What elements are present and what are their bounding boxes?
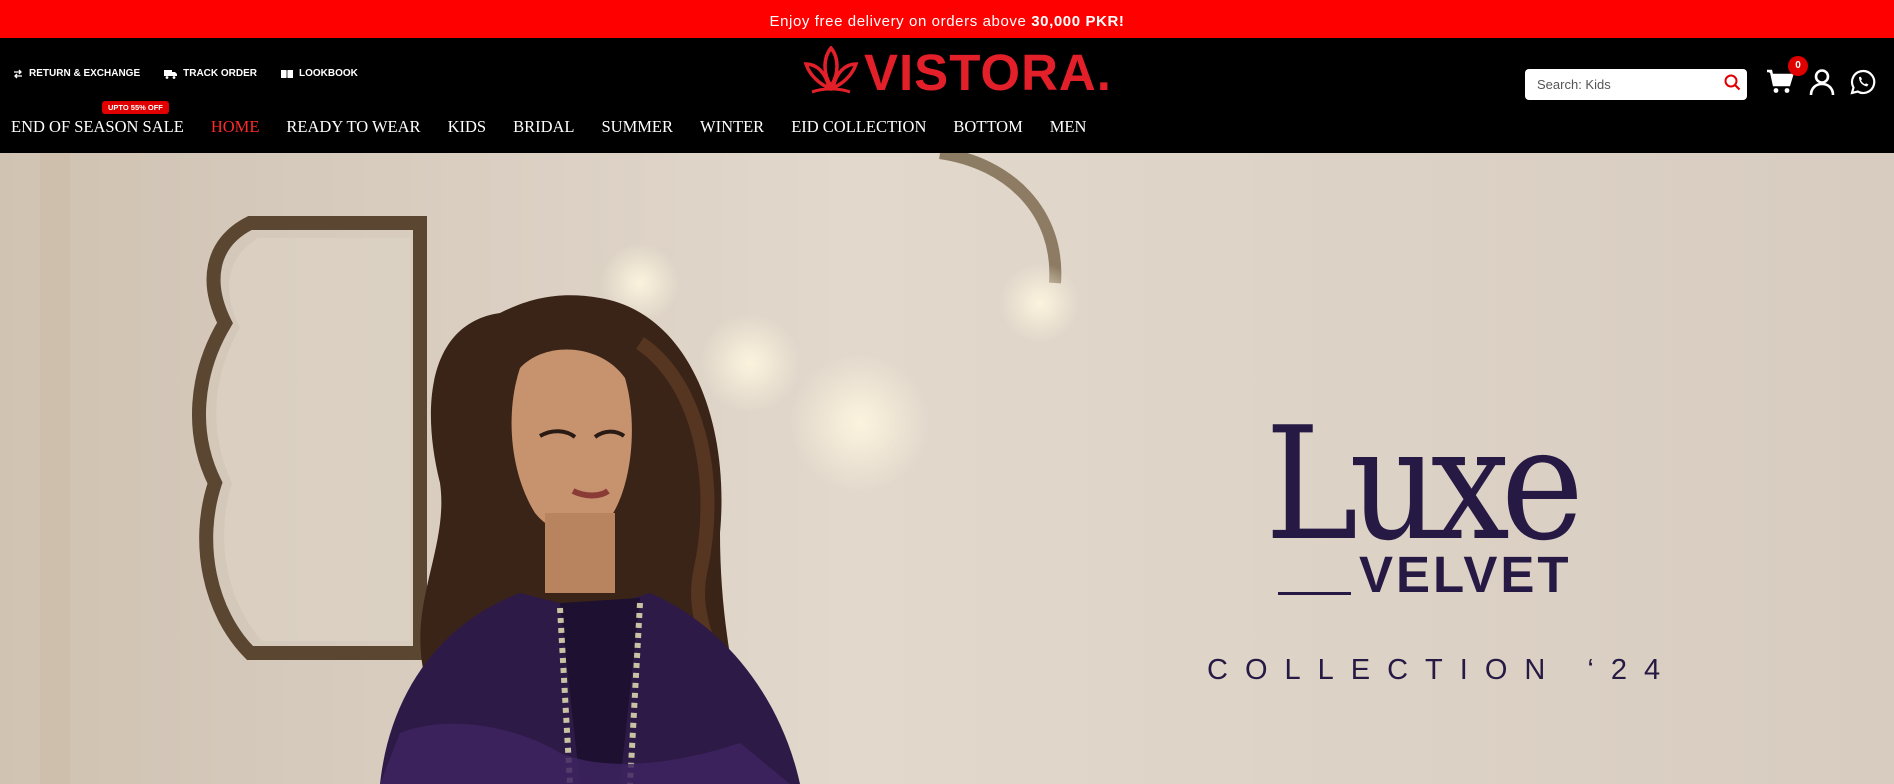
whatsapp-icon xyxy=(1850,69,1876,100)
hero-model-image xyxy=(0,153,1894,784)
nav-item-ready-to-wear[interactable]: READY TO WEAR xyxy=(286,117,420,137)
lookbook-link[interactable]: LOOKBOOK xyxy=(281,68,358,79)
whatsapp-button[interactable] xyxy=(1850,69,1876,100)
nav-item-bridal[interactable]: BRIDAL xyxy=(513,117,574,137)
user-icon xyxy=(1808,68,1836,101)
site-logo[interactable]: VISTORA. xyxy=(802,43,1112,103)
cart-icon xyxy=(1766,69,1794,100)
truck-icon xyxy=(164,69,178,79)
track-order-link[interactable]: TRACK ORDER xyxy=(164,68,257,79)
logo-text: VISTORA. xyxy=(864,44,1112,101)
nav-item-summer[interactable]: SUMMER xyxy=(602,117,674,137)
announcement-bar: Enjoy free delivery on orders above 30,0… xyxy=(0,0,1894,38)
cart-button[interactable]: 0 xyxy=(1766,56,1808,100)
nav-item-winter[interactable]: WINTER xyxy=(700,117,764,137)
nav-item-bottom[interactable]: BOTTOM xyxy=(953,117,1022,137)
nav-item-kids[interactable]: KIDS xyxy=(448,117,487,137)
search-input[interactable] xyxy=(1525,69,1717,100)
book-icon xyxy=(281,69,294,78)
account-button[interactable] xyxy=(1808,68,1836,101)
search-button[interactable] xyxy=(1717,69,1747,100)
lotus-icon xyxy=(802,44,860,101)
main-nav: UPTO 55% OFF END OF SEASON SALE HOME REA… xyxy=(11,101,1113,137)
hero-subtitle-row: VELVET xyxy=(1278,549,1572,601)
search-icon xyxy=(1724,74,1741,96)
nav-label: END OF SEASON SALE xyxy=(11,117,184,136)
return-exchange-label: RETURN & EXCHANGE xyxy=(29,68,141,79)
site-header: RETURN & EXCHANGE TRACK ORDER LOOKBOOK V… xyxy=(0,38,1894,153)
header-icons: 0 xyxy=(1766,56,1876,101)
lookbook-label: LOOKBOOK xyxy=(299,68,358,79)
nav-item-eid-collection[interactable]: EID COLLECTION xyxy=(791,117,926,137)
nav-item-men[interactable]: MEN xyxy=(1050,117,1087,137)
sale-badge: UPTO 55% OFF xyxy=(102,101,169,114)
exchange-arrows-icon xyxy=(13,69,23,79)
hero-collection-label: COLLECTION ‘24 xyxy=(1207,654,1678,686)
track-order-label: TRACK ORDER xyxy=(183,68,258,79)
subtitle-divider xyxy=(1278,592,1351,595)
hero-subtitle: VELVET xyxy=(1359,546,1572,603)
nav-item-end-of-season-sale[interactable]: UPTO 55% OFF END OF SEASON SALE xyxy=(11,101,184,137)
hero-banner[interactable]: Luxe VELVET COLLECTION ‘24 xyxy=(0,153,1894,784)
announcement-highlight: 30,000 PKR! xyxy=(1031,13,1125,30)
utility-links: RETURN & EXCHANGE TRACK ORDER LOOKBOOK xyxy=(13,68,358,79)
cart-count-badge: 0 xyxy=(1788,56,1808,76)
announcement-text: Enjoy free delivery on orders above xyxy=(769,13,1032,30)
return-exchange-link[interactable]: RETURN & EXCHANGE xyxy=(13,68,140,79)
nav-item-home[interactable]: HOME xyxy=(211,117,260,137)
search-bar xyxy=(1525,69,1747,100)
hero-title: Luxe xyxy=(1265,393,1584,575)
